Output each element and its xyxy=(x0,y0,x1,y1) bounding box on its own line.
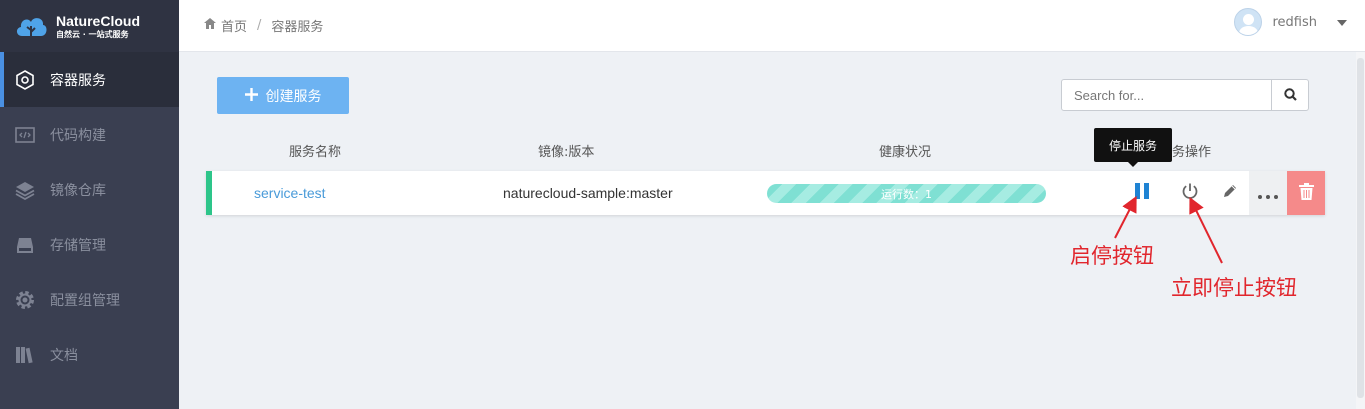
username: redfish xyxy=(1272,14,1317,30)
app-tagline: 自然云 · 一站式服务 xyxy=(56,29,129,39)
trash-icon xyxy=(1298,182,1314,204)
sidebar-item-label: 存储管理 xyxy=(50,237,106,254)
sidebar-item-label: 文档 xyxy=(50,347,78,364)
create-service-button[interactable]: 创建服务 xyxy=(217,77,349,114)
scrollbar-thumb[interactable] xyxy=(1357,58,1364,398)
sidebar-item-label: 镜像仓库 xyxy=(50,182,106,199)
storage-icon xyxy=(14,234,36,256)
service-image: naturecloud-sample:master xyxy=(503,185,673,201)
column-header-health: 健康状况 xyxy=(879,145,932,160)
edit-button[interactable] xyxy=(1216,171,1244,215)
search-button[interactable] xyxy=(1271,80,1308,110)
sidebar-item-code-build[interactable]: 代码构建 xyxy=(0,107,179,162)
table-row: service-test naturecloud-sample:master 运… xyxy=(206,171,1325,215)
plus-icon xyxy=(244,87,258,104)
pause-icon xyxy=(1134,183,1150,203)
power-icon xyxy=(1181,182,1199,204)
code-icon xyxy=(14,124,36,146)
column-header-name: 服务名称 xyxy=(289,145,342,160)
sidebar-item-label: 容器服务 xyxy=(50,72,106,89)
sidebar-item-container-service[interactable]: 容器服务 xyxy=(0,52,179,107)
caret-down-icon xyxy=(1337,15,1347,30)
sidebar-item-docs[interactable]: 文档 xyxy=(0,327,179,382)
more-options-button[interactable] xyxy=(1249,171,1287,215)
breadcrumb-current: 容器服务 xyxy=(271,20,324,35)
home-icon xyxy=(204,18,216,33)
top-bar: 首页 / 容器服务 redfish xyxy=(179,0,1365,52)
pause-annotation-label: 启停按钮 xyxy=(1070,244,1154,268)
sidebar-item-label: 代码构建 xyxy=(50,127,106,144)
sidebar-item-config-group[interactable]: 配置组管理 xyxy=(0,272,179,327)
breadcrumb-home-link[interactable]: 首页 xyxy=(221,16,247,35)
search-box xyxy=(1061,79,1309,111)
status-indicator xyxy=(206,171,212,215)
search-input[interactable] xyxy=(1062,80,1271,110)
delete-button[interactable] xyxy=(1287,171,1325,215)
books-icon xyxy=(14,344,36,366)
sidebar-item-label: 配置组管理 xyxy=(50,292,120,309)
sidebar-item-storage[interactable]: 存储管理 xyxy=(0,217,179,272)
column-header-image: 镜像:版本 xyxy=(538,145,595,160)
sidebar-item-image-repo[interactable]: 镜像仓库 xyxy=(0,162,179,217)
app-name: NatureCloud xyxy=(56,12,140,29)
create-service-label: 创建服务 xyxy=(265,87,322,104)
sidebar: NatureCloud 自然云 · 一站式服务 容器服务 代码构建 镜像仓库 存… xyxy=(0,0,179,409)
tooltip-arrow xyxy=(1128,162,1138,167)
service-name-link[interactable]: service-test xyxy=(254,185,326,201)
cloud-logo-icon xyxy=(14,12,48,40)
hexagon-icon xyxy=(14,69,36,91)
app-logo[interactable]: NatureCloud 自然云 · 一站式服务 xyxy=(0,0,179,52)
pencil-icon xyxy=(1222,183,1238,203)
breadcrumb-separator: / xyxy=(257,18,262,33)
more-icon xyxy=(1258,184,1278,203)
pause-button[interactable] xyxy=(1126,171,1158,215)
health-status-text: 运行数：1 xyxy=(881,187,932,201)
breadcrumb: 首页 / 容器服务 xyxy=(204,16,323,35)
avatar xyxy=(1234,8,1263,36)
health-progress-bar: 运行数：1 xyxy=(767,184,1046,203)
stop-button[interactable] xyxy=(1174,171,1206,215)
search-icon xyxy=(1283,86,1297,105)
stop-annotation-label: 立即停止按钮 xyxy=(1171,276,1297,300)
user-menu[interactable]: redfish xyxy=(1234,8,1347,36)
stop-service-tooltip: 停止服务 xyxy=(1094,128,1172,162)
layers-icon xyxy=(14,179,36,201)
gear-icon xyxy=(14,289,36,311)
